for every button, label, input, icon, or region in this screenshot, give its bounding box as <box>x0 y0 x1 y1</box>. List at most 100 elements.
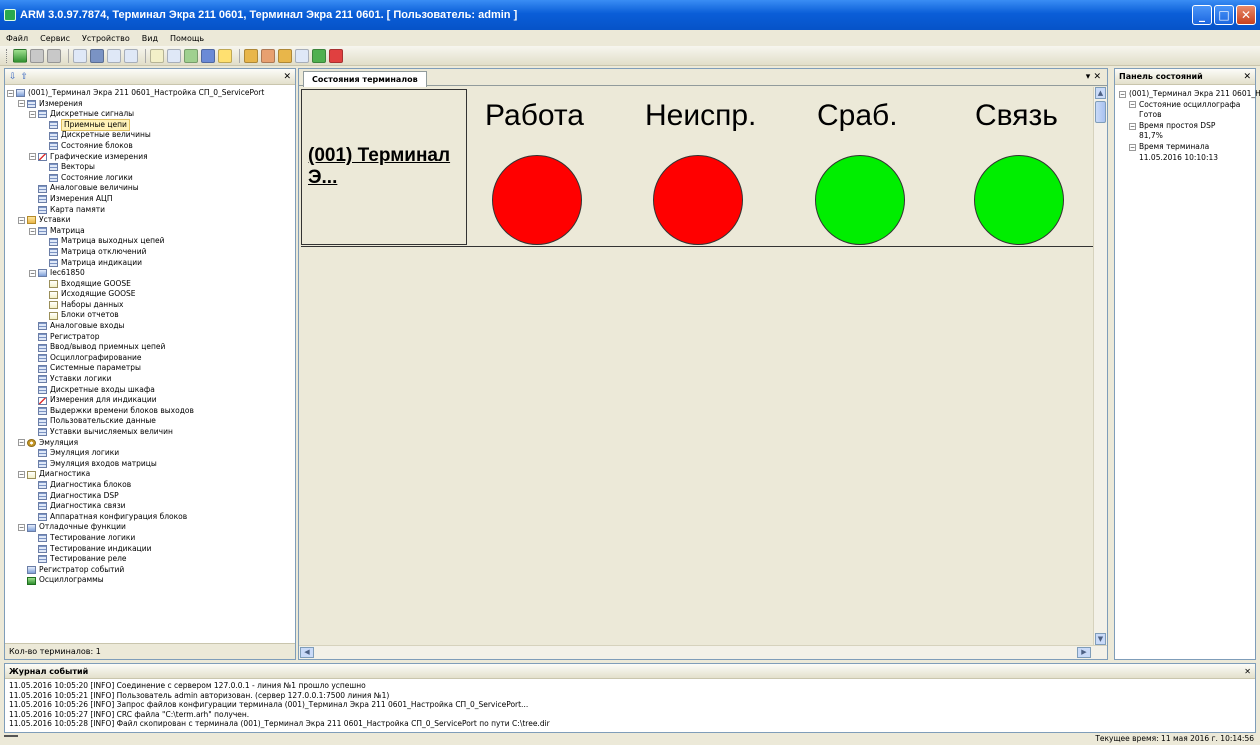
tree-item[interactable]: Диагностика DSP <box>7 491 295 502</box>
collapse-icon[interactable]: − <box>18 439 25 447</box>
tree-item[interactable]: Карта памяти <box>7 205 295 216</box>
collapse-icon[interactable]: − <box>29 227 36 235</box>
grid-icon[interactable] <box>47 48 61 63</box>
tree-item[interactable]: Эмуляция логики <box>7 448 295 459</box>
tree-item[interactable]: Измерения АЦП <box>7 194 295 205</box>
tree-item[interactable]: Матрица выходных цепей <box>7 236 295 247</box>
tree-item[interactable]: − Диагностика <box>7 469 295 480</box>
tree-item[interactable]: Аналоговые величины <box>7 183 295 194</box>
tree-item[interactable]: Аппаратная конфигурация блоков <box>7 512 295 523</box>
tree-item[interactable]: Блоки отчетов <box>7 310 295 321</box>
scroll-thumb[interactable] <box>1095 101 1106 123</box>
settings-icon[interactable] <box>184 48 198 63</box>
sort-down-icon[interactable]: ⇩ <box>9 72 17 82</box>
close-icon[interactable]: ✕ <box>283 72 291 82</box>
tree-item[interactable]: Уставки логики <box>7 374 295 385</box>
open-folder-icon[interactable] <box>244 48 258 63</box>
dropdown-arrow-icon[interactable]: ▾ <box>1086 72 1091 82</box>
tree-item[interactable]: Матрица индикации <box>7 258 295 269</box>
collapse-icon[interactable]: − <box>29 110 36 118</box>
sort-up-icon[interactable]: ⇧ <box>21 72 29 82</box>
document-icon[interactable] <box>150 48 164 63</box>
menu-help[interactable]: Помощь <box>170 34 204 43</box>
collapse-icon[interactable]: − <box>18 524 25 532</box>
filter-icon[interactable] <box>201 48 215 63</box>
status-tree-item[interactable]: − Время простоя DSP <box>1119 121 1255 132</box>
chart-icon[interactable] <box>261 48 275 63</box>
scroll-right-icon[interactable]: ▶ <box>1077 647 1091 658</box>
tree-item[interactable]: Аналоговые входы <box>7 321 295 332</box>
matrix-icon[interactable] <box>90 48 104 63</box>
tree-item[interactable]: Осциллограммы <box>7 575 295 586</box>
tree-item[interactable]: Пользовательские данные <box>7 416 295 427</box>
status-tree-item[interactable]: 11.05.2016 10:10:13 <box>1119 153 1255 164</box>
minimize-button[interactable]: _ <box>1192 5 1212 25</box>
menu-file[interactable]: Файл <box>6 34 28 43</box>
scroll-down-icon[interactable]: ▼ <box>1095 633 1106 645</box>
tree-item[interactable]: − Эмуляция <box>7 438 295 449</box>
tree-item[interactable]: Регистратор событий <box>7 565 295 576</box>
tree-item[interactable]: Уставки вычисляемых величин <box>7 427 295 438</box>
tree-item[interactable]: Состояние блоков <box>7 141 295 152</box>
close-button[interactable]: ✕ <box>1236 5 1256 25</box>
tree-item[interactable]: − Графические измерения <box>7 152 295 163</box>
collapse-icon[interactable]: − <box>1129 101 1136 109</box>
tree-item[interactable]: Диагностика блоков <box>7 480 295 491</box>
toolbar-grip[interactable] <box>6 48 9 63</box>
collapse-icon[interactable]: − <box>29 153 36 161</box>
tree-item[interactable]: Системные параметры <box>7 363 295 374</box>
tree-item[interactable]: − Измерения <box>7 99 295 110</box>
tree-item[interactable]: Состояние логики <box>7 173 295 184</box>
terminal-icon[interactable] <box>30 48 44 63</box>
horizontal-scrollbar[interactable]: ◀ ▶ <box>299 645 1107 659</box>
connect-icon[interactable] <box>13 48 27 63</box>
collapse-icon[interactable]: − <box>7 89 14 97</box>
close-icon[interactable]: ✕ <box>1093 72 1101 82</box>
close-icon[interactable]: ✕ <box>1243 72 1251 82</box>
collapse-icon[interactable]: − <box>1129 143 1136 151</box>
status-tree-item[interactable]: Готов <box>1119 110 1255 121</box>
collapse-icon[interactable]: − <box>1129 122 1136 130</box>
collapse-icon[interactable]: − <box>18 471 25 479</box>
tree-item[interactable]: − Матрица <box>7 226 295 237</box>
maximize-button[interactable]: □ <box>1214 5 1234 25</box>
list-icon[interactable] <box>124 48 138 63</box>
collapse-icon[interactable]: − <box>18 216 25 224</box>
tree-item[interactable]: Выдержки времени блоков выходов <box>7 406 295 417</box>
tree-item[interactable]: Дискретные величины <box>7 130 295 141</box>
tree-item[interactable]: Измерения для индикации <box>7 395 295 406</box>
tab-terminal-states[interactable]: Состояния терминалов <box>303 71 427 87</box>
tree-item[interactable]: Регистратор <box>7 332 295 343</box>
tree-item[interactable]: Ввод/вывод приемных цепей <box>7 342 295 353</box>
collapse-icon[interactable]: − <box>18 100 25 108</box>
table-icon[interactable] <box>73 48 87 63</box>
print-icon[interactable] <box>295 48 309 63</box>
flag-icon[interactable] <box>329 48 343 63</box>
scroll-left-icon[interactable]: ◀ <box>300 647 314 658</box>
tree-item[interactable]: Входящие GOOSE <box>7 279 295 290</box>
menu-service[interactable]: Сервис <box>40 34 70 43</box>
copy-icon[interactable] <box>167 48 181 63</box>
tree-item[interactable]: Тестирование индикации <box>7 544 295 555</box>
tree-item[interactable]: − Отладочные функции <box>7 522 295 533</box>
tree-item[interactable]: Дискретные входы шкафа <box>7 385 295 396</box>
tree-item[interactable]: Векторы <box>7 162 295 173</box>
tree-item[interactable]: − (001)_Терминал Экра 211 0601_Настройка … <box>7 88 295 99</box>
tree-item[interactable]: Диагностика связи <box>7 501 295 512</box>
refresh-icon[interactable] <box>312 48 326 63</box>
tree-item[interactable]: Эмуляция входов матрицы <box>7 459 295 470</box>
save-icon[interactable] <box>278 48 292 63</box>
collapse-icon[interactable]: − <box>1119 90 1126 98</box>
tree-item[interactable]: − Дискретные сигналы <box>7 109 295 120</box>
tree-item[interactable]: − Iec61850 <box>7 268 295 279</box>
menu-view[interactable]: Вид <box>142 34 158 43</box>
add-icon[interactable] <box>107 48 121 63</box>
terminal-link[interactable]: (001) Терминал Э... <box>308 145 466 189</box>
lightning-icon[interactable] <box>218 48 232 63</box>
tree-item[interactable]: Тестирование логики <box>7 533 295 544</box>
status-tree-item[interactable]: − Время терминала <box>1119 142 1255 153</box>
tree-item[interactable]: Тестирование реле <box>7 554 295 565</box>
status-tree-item[interactable]: − (001)_Терминал Экра 211 0601_H <box>1119 89 1260 100</box>
tree-item[interactable]: Наборы данных <box>7 300 295 311</box>
close-icon[interactable]: ✕ <box>1244 667 1251 676</box>
